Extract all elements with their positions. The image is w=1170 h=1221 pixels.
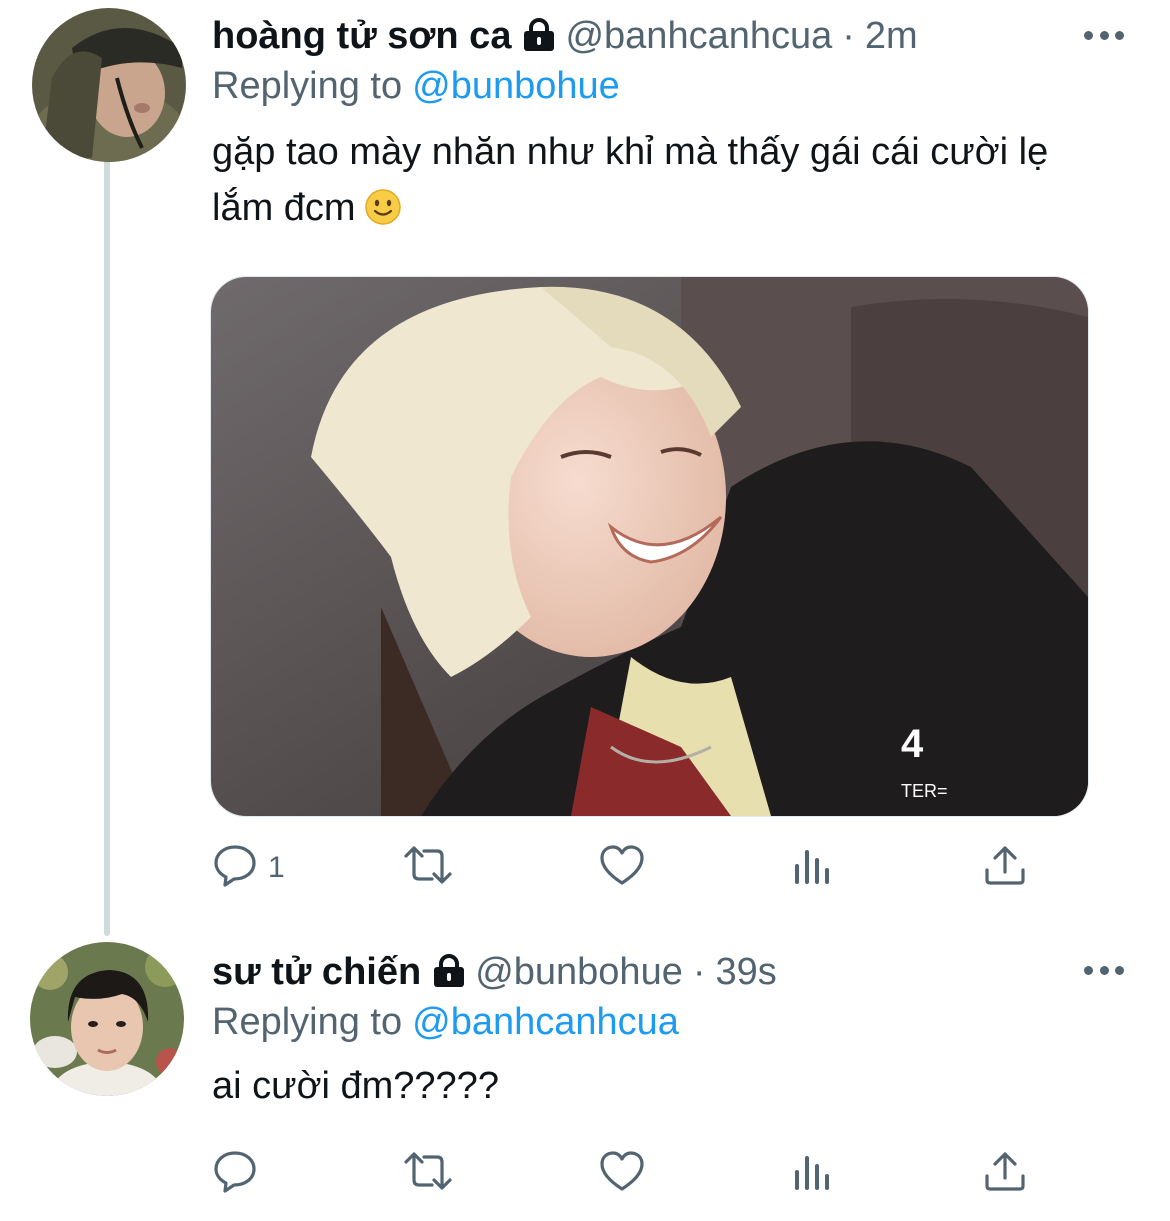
retweet-icon: [400, 842, 456, 893]
mention-link[interactable]: @banhcanhcua: [412, 1001, 679, 1043]
more-icon[interactable]: [1084, 960, 1124, 980]
tweet-header: sư tử chiến @bunbohue · 39s: [212, 950, 777, 994]
analytics-icon: [792, 1148, 834, 1199]
tweet-text-line: lắm đcm: [212, 187, 356, 229]
tweet-text: ai cười đm?????: [212, 1058, 1132, 1114]
avatar[interactable]: [30, 942, 184, 1096]
display-name[interactable]: sư tử chiến: [212, 950, 421, 994]
separator-dot: ·: [692, 951, 706, 993]
analytics-icon: [792, 842, 834, 893]
reply-button[interactable]: [212, 1148, 258, 1199]
like-button[interactable]: [598, 842, 646, 893]
share-button[interactable]: [982, 1148, 1028, 1199]
svg-text:4: 4: [901, 722, 924, 766]
thread-connector-line: [104, 158, 110, 936]
replying-to: Replying to @banhcanhcua: [212, 1000, 679, 1044]
tweet-text: gặp tao mày nhăn như khỉ mà thấy gái cái…: [212, 124, 1132, 242]
mention-link[interactable]: @bunbohue: [412, 65, 620, 107]
like-button[interactable]: [598, 1148, 646, 1199]
lock-icon: [431, 954, 467, 998]
replying-to-label: Replying to: [212, 1001, 403, 1043]
retweet-button[interactable]: [400, 1148, 456, 1199]
like-icon: [598, 1148, 646, 1199]
analytics-button[interactable]: [792, 1148, 834, 1199]
reply-count: 1: [268, 850, 285, 884]
tweet-photo[interactable]: 4 TER=: [210, 276, 1089, 817]
tweet-text-line: gặp tao mày nhăn như khỉ mà thấy gái cái…: [212, 131, 1049, 173]
slightly-smiling-face-icon: [364, 186, 402, 242]
more-icon[interactable]: [1084, 25, 1124, 45]
user-handle[interactable]: @bunbohue: [475, 950, 683, 994]
separator-dot: ·: [842, 15, 855, 57]
timestamp[interactable]: 39s: [716, 950, 777, 994]
retweet-icon: [400, 1148, 456, 1199]
replying-to-label: Replying to: [212, 65, 403, 107]
share-icon: [982, 1148, 1028, 1199]
share-button[interactable]: [982, 842, 1028, 893]
svg-text:TER=: TER=: [901, 781, 948, 801]
share-icon: [982, 842, 1028, 893]
user-handle[interactable]: @banhcanhcua: [565, 14, 832, 58]
tweet-actions: 1: [212, 842, 1032, 892]
reply-button[interactable]: 1: [212, 842, 285, 893]
tweet-actions: [212, 1148, 1032, 1198]
reply-icon: [212, 1148, 258, 1199]
replying-to: Replying to @bunbohue: [212, 64, 620, 108]
retweet-button[interactable]: [400, 842, 456, 893]
tweet-text-line: ai cười đm?????: [212, 1065, 499, 1107]
reply-icon: [212, 842, 258, 893]
like-icon: [598, 842, 646, 893]
timestamp[interactable]: 2m: [865, 14, 918, 58]
tweet-header: hoàng tử sơn ca @banhcanhcua · 2m: [212, 14, 918, 58]
lock-icon: [521, 18, 557, 62]
avatar[interactable]: [32, 8, 186, 162]
display-name[interactable]: hoàng tử sơn ca: [212, 14, 511, 58]
analytics-button[interactable]: [792, 842, 834, 893]
